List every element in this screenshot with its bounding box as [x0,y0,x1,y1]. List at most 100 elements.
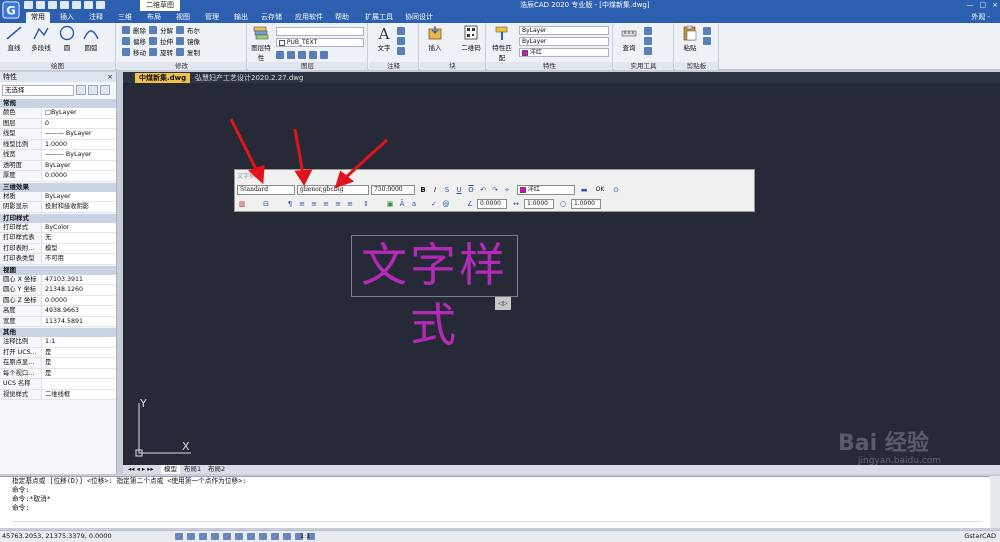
dimension-icon[interactable] [397,27,405,35]
mtext-resize-handle[interactable]: ◁▷ [495,297,511,310]
mirror-button[interactable]: 镜像 [187,36,200,46]
cut-icon[interactable] [703,27,711,35]
maximize-button[interactable]: □ [980,0,987,11]
tab-layout[interactable]: 布局 [142,12,166,23]
property-value[interactable]: □ByLayer [42,108,116,118]
command-input[interactable] [12,521,982,528]
tab-insert[interactable]: 插入 [55,12,79,23]
selection-combo[interactable]: 无选择 [2,85,74,96]
property-row[interactable]: 注释比例 1:1 [0,337,116,348]
property-category[interactable]: 打印样式 [0,213,116,223]
move-button[interactable]: 移动 [133,47,146,57]
line-button[interactable]: 直线 [3,25,25,52]
erase-button[interactable]: 删除 [133,25,146,35]
text-button[interactable]: A 文字 [373,25,395,52]
tab-extensions[interactable]: 扩展工具 [360,12,398,23]
open-file-icon[interactable] [36,1,45,9]
drawing-canvas[interactable]: 文字格式 Standard gbenor,gbcbig 750.0000 B I… [123,83,1000,465]
property-value[interactable]: ByColor [42,222,116,232]
property-row[interactable]: 在原点显... 是 [0,358,116,369]
property-category[interactable]: 视图 [0,265,116,275]
layer-combo[interactable]: PUB_TEXT [276,38,364,47]
layout2-tab[interactable]: 布局2 [205,465,228,474]
close-button[interactable]: × [992,0,998,11]
property-value[interactable]: 是 [42,368,116,378]
snap-icon[interactable] [175,533,183,540]
property-value[interactable]: 是 [42,358,116,368]
select-objects-icon[interactable] [88,85,98,95]
tab-manage[interactable]: 管理 [200,12,224,23]
tab-output[interactable]: 输出 [229,12,253,23]
property-value[interactable] [42,379,116,389]
appearance-menu[interactable]: 外观 - [971,11,990,23]
property-value[interactable]: 4938.9663 [42,306,116,316]
save-icon[interactable] [48,1,57,9]
toggle-pickadd-icon[interactable] [76,85,86,95]
copy-button[interactable]: 复制 [187,47,200,57]
property-row[interactable]: UCS 名称 [0,379,116,390]
property-row[interactable]: 阴影显示 投射和接收阴影 [0,202,116,213]
save-as-icon[interactable] [60,1,69,9]
property-row[interactable]: 视觉样式 二维线框 [0,389,116,400]
layer-off-icon[interactable] [298,51,306,59]
explode-button[interactable]: 分解 [160,25,173,35]
property-row[interactable]: 圆心 Y 坐标 21348.1260 [0,285,116,296]
insert-block-button[interactable]: 插入 [424,25,446,52]
layer-state-combo[interactable] [276,27,364,36]
grid-icon[interactable] [187,533,195,540]
print-icon[interactable] [72,1,81,9]
property-row[interactable]: 打印表附... 模型 [0,243,116,254]
property-value[interactable]: 1:1 [42,337,116,347]
property-value[interactable]: 0.0000 [42,171,116,181]
property-row[interactable]: 线型比例 1.0000 [0,139,116,150]
osnap-icon[interactable] [223,533,231,540]
select-all-icon[interactable] [644,27,652,35]
property-value[interactable]: 47103.3911 [42,274,116,284]
property-row[interactable]: 高度 4938.9663 [0,306,116,317]
tab-view[interactable]: 视图 [171,12,195,23]
rotate-button[interactable]: 旋转 [160,47,173,57]
calculator-icon[interactable] [644,47,652,55]
layout1-tab[interactable]: 布局1 [181,465,204,474]
property-row[interactable]: 透明度 ByLayer [0,160,116,171]
linetype-combo[interactable]: ByLayer [519,26,609,35]
property-value[interactable]: ByLayer [42,191,116,201]
app-logo-icon[interactable]: G [2,1,20,19]
property-row[interactable]: 线型 ——— ByLayer [0,129,116,140]
offset-button[interactable]: 偏移 [133,36,146,46]
paste-button[interactable]: 粘贴 [679,25,701,52]
property-value[interactable]: 1.0000 [42,139,116,149]
leader-icon[interactable] [397,37,405,45]
tab-apps[interactable]: 应用软件 [290,12,328,23]
layout-nav-icons[interactable]: ◂◂ ◂ ▸ ▸▸ [125,465,157,474]
quick-select-icon[interactable] [100,85,110,95]
property-value[interactable]: 是 [42,347,116,357]
circle-button[interactable]: 圆 [56,25,78,52]
doc-tab[interactable]: 弘慧妇产工艺设计2020.2.27.dwg [191,73,307,83]
tab-home[interactable]: 常用 [26,12,50,23]
dynamic-input-icon[interactable] [283,533,291,540]
property-row[interactable]: 打印样式表无 [0,233,116,244]
redo-icon[interactable] [96,1,105,9]
property-category[interactable]: 三维效果 [0,182,116,192]
stretch-button[interactable]: 拉伸 [160,36,173,46]
selection-cycling-icon[interactable] [271,533,279,540]
layer-freeze-icon[interactable] [287,51,295,59]
property-row[interactable]: 圆心 X 坐标 47103.3911 [0,274,116,285]
annotation-scale[interactable]: 1:1 [300,531,310,542]
property-row[interactable]: 材质 ByLayer [0,191,116,202]
table-icon[interactable] [397,47,405,55]
property-row[interactable]: 每个视口... 是 [0,368,116,379]
property-value[interactable]: 不可用 [42,254,116,264]
otrack-icon[interactable] [235,533,243,540]
polyline-button[interactable]: 多段线 [28,25,54,52]
polar-icon[interactable] [211,533,219,540]
property-row[interactable]: 打印样式 ByColor [0,222,116,233]
property-row[interactable]: 打开 UCS... 是 [0,347,116,358]
arc-button[interactable]: 圆弧 [80,25,102,52]
new-file-icon[interactable] [24,1,33,9]
boolean-button[interactable]: 布尔 [187,25,200,35]
tab-cloud[interactable]: 云存储 [256,12,287,23]
property-row[interactable]: 图层 0 [0,118,116,129]
tab-help[interactable]: 帮助 [330,12,354,23]
